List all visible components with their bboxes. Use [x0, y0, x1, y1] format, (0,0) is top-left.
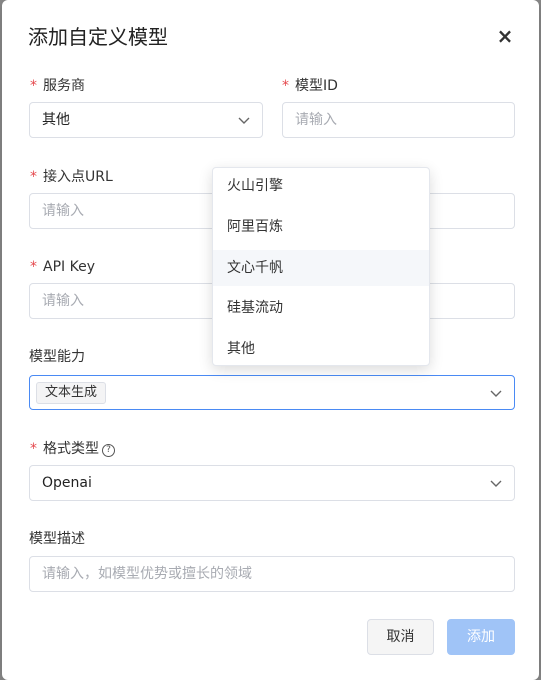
required-mark: *	[30, 441, 37, 457]
provider-select-value: 其他	[42, 112, 70, 128]
capability-tag[interactable]: 文本生成	[36, 382, 107, 404]
cancel-button[interactable]: 取消	[367, 619, 434, 655]
model-id-placeholder: 请输入	[295, 112, 337, 128]
dropdown-option[interactable]: 其他	[213, 331, 429, 367]
api-key-label: * API Key	[30, 259, 95, 275]
description-placeholder: 请输入，如模型优势或擅长的领域	[42, 566, 252, 582]
api-key-placeholder: 请输入	[42, 293, 84, 309]
format-type-value: Openai	[42, 475, 92, 491]
model-id-label: * 模型ID	[282, 78, 338, 94]
endpoint-url-label: * 接入点URL	[30, 169, 113, 185]
endpoint-url-placeholder: 请输入	[42, 203, 84, 219]
dropdown-option[interactable]: 火山引擎	[213, 168, 429, 204]
provider-label: * 服务商	[30, 78, 85, 94]
chevron-down-icon	[490, 480, 502, 487]
format-type-select[interactable]: Openai	[29, 465, 515, 501]
required-mark: *	[30, 78, 37, 94]
dropdown-option[interactable]: 阿里百炼	[213, 209, 429, 245]
description-label: 模型描述	[29, 531, 85, 547]
required-mark: *	[282, 78, 289, 94]
required-mark: *	[30, 259, 37, 275]
dialog-title: 添加自定义模型	[28, 25, 168, 49]
close-icon[interactable]: ×	[495, 26, 515, 46]
chevron-down-icon	[238, 117, 250, 124]
help-circle-icon[interactable]: ?	[102, 444, 115, 457]
description-input[interactable]: 请输入，如模型优势或擅长的领域	[29, 556, 515, 592]
provider-dropdown: 火山引擎 阿里百炼 文心千帆 硅基流动 其他	[212, 167, 430, 366]
add-button[interactable]: 添加	[447, 619, 515, 655]
capability-label: 模型能力	[29, 349, 85, 365]
dropdown-option[interactable]: 文心千帆	[213, 250, 429, 286]
dropdown-option[interactable]: 硅基流动	[213, 290, 429, 326]
provider-select[interactable]: 其他	[29, 102, 263, 138]
chevron-down-icon	[490, 390, 502, 397]
format-type-label: * 格式类型?	[30, 440, 115, 458]
capability-select[interactable]: 文本生成	[29, 375, 515, 410]
required-mark: *	[30, 169, 37, 185]
model-id-input[interactable]: 请输入	[282, 102, 515, 138]
